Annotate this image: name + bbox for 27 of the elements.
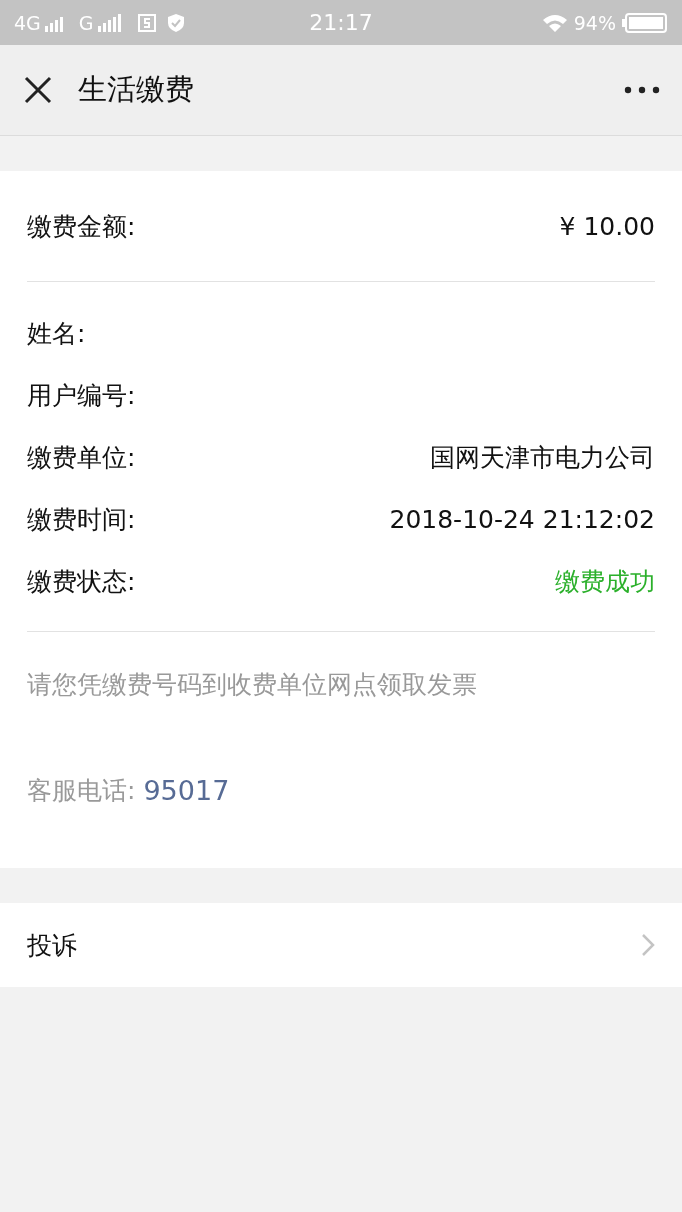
complaint-item[interactable]: 投诉 bbox=[0, 903, 682, 987]
field-value: 国网天津市电力公司 bbox=[430, 441, 655, 474]
phone-link[interactable]: 95017 bbox=[143, 774, 230, 806]
status-value: 缴费成功 bbox=[555, 565, 655, 598]
field-label: 缴费单位: bbox=[27, 441, 136, 474]
signal-icon bbox=[97, 13, 123, 32]
network-label: 4G bbox=[14, 11, 41, 34]
wifi-icon bbox=[541, 12, 568, 33]
clock-time: 21:17 bbox=[309, 10, 373, 35]
field-label: 缴费状态: bbox=[27, 565, 136, 598]
page-title: 生活缴费 bbox=[78, 71, 194, 108]
invoice-note: 请您凭缴费号码到收费单位网点领取发票 bbox=[27, 670, 477, 699]
close-icon[interactable] bbox=[22, 74, 54, 106]
more-icon[interactable] bbox=[624, 86, 660, 94]
battery-percent: 94% bbox=[573, 11, 616, 34]
shield-icon bbox=[166, 12, 185, 33]
field-value: 2018-10-24 21:12:02 bbox=[389, 504, 655, 534]
field-label: 用户编号: bbox=[27, 379, 136, 412]
field-label: 缴费时间: bbox=[27, 503, 136, 536]
network-label: G bbox=[78, 11, 94, 34]
hotline-label: 客服电话: bbox=[27, 774, 136, 807]
chevron-right-icon bbox=[641, 933, 655, 957]
s-icon bbox=[136, 12, 157, 33]
battery-icon bbox=[622, 12, 668, 33]
field-label: 姓名: bbox=[27, 317, 86, 350]
amount-value: ¥ 10.00 bbox=[559, 211, 655, 241]
amount-label: 缴费金额: bbox=[27, 210, 136, 243]
